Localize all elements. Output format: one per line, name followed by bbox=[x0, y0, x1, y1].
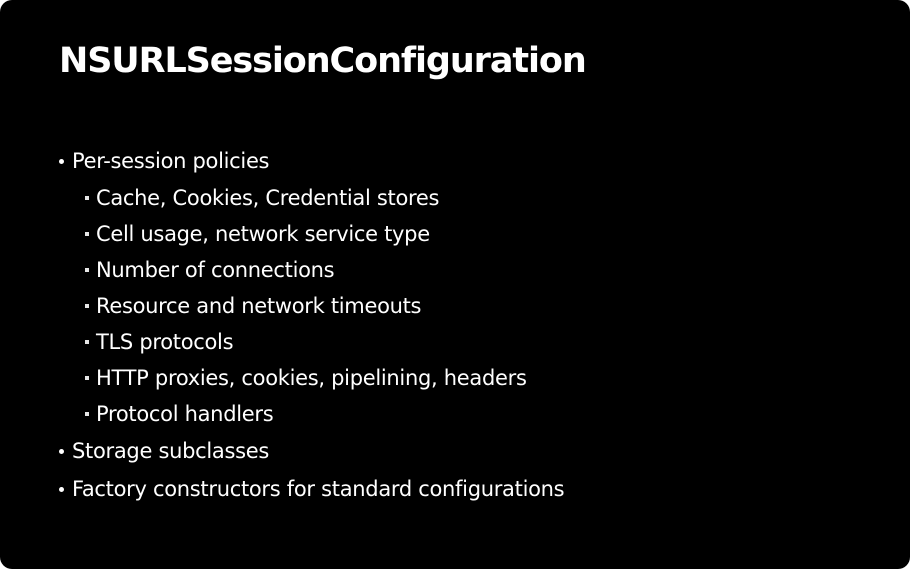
sub-bullet-item: HTTP proxies, cookies, pipelining, heade… bbox=[59, 360, 564, 396]
bullet-item: Per-session policies bbox=[59, 142, 564, 180]
sub-bullet-text: Cache, Cookies, Credential stores bbox=[96, 186, 440, 210]
sub-bullet-item: Resource and network timeouts bbox=[59, 288, 564, 324]
sub-bullet-list: Cache, Cookies, Credential stores Cell u… bbox=[59, 180, 564, 432]
sub-bullet-square-icon bbox=[85, 268, 89, 272]
sub-bullet-text: Resource and network timeouts bbox=[96, 294, 422, 318]
bullet-text: Storage subclasses bbox=[72, 439, 270, 463]
bullet-list: Per-session policies Cache, Cookies, Cre… bbox=[59, 142, 565, 508]
bullet-group-per-session-policies: Per-session policies Cache, Cookies, Cre… bbox=[59, 142, 564, 432]
sub-bullet-item: Protocol handlers bbox=[59, 396, 564, 432]
sub-bullet-item: Cell usage, network service type bbox=[59, 216, 564, 252]
bullet-text: Per-session policies bbox=[72, 149, 270, 173]
sub-bullet-square-icon bbox=[85, 340, 89, 344]
sub-bullet-text: Number of connections bbox=[96, 258, 335, 282]
sub-bullet-item: Cache, Cookies, Credential stores bbox=[59, 180, 564, 216]
sub-bullet-item: Number of connections bbox=[59, 252, 564, 288]
bullet-item-factory-constructors: Factory constructors for standard config… bbox=[59, 470, 565, 508]
sub-bullet-text: HTTP proxies, cookies, pipelining, heade… bbox=[96, 366, 527, 390]
sub-bullet-square-icon bbox=[85, 304, 89, 308]
slide-title: NSURLSessionConfiguration bbox=[59, 41, 587, 81]
sub-bullet-square-icon bbox=[85, 232, 89, 236]
bullet-dot-icon bbox=[59, 448, 64, 454]
bullet-item-storage-subclasses: Storage subclasses bbox=[59, 432, 564, 470]
sub-bullet-item: TLS protocols bbox=[59, 324, 564, 360]
sub-bullet-text: Cell usage, network service type bbox=[96, 222, 430, 246]
bullet-dot-icon bbox=[59, 486, 64, 492]
bullet-text: Factory constructors for standard config… bbox=[72, 477, 565, 501]
slide: NSURLSessionConfiguration Per-session po… bbox=[0, 0, 910, 569]
sub-bullet-square-icon bbox=[85, 412, 89, 416]
sub-bullet-square-icon bbox=[85, 196, 89, 200]
sub-bullet-square-icon bbox=[85, 376, 89, 380]
sub-bullet-text: TLS protocols bbox=[96, 330, 234, 354]
bullet-dot-icon bbox=[59, 158, 64, 164]
sub-bullet-text: Protocol handlers bbox=[96, 402, 274, 426]
